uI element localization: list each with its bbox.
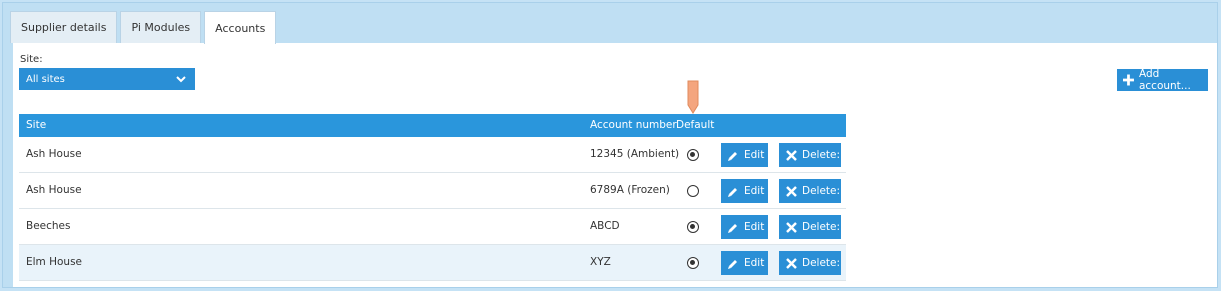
table-row: Beeches ABCD Edit Delete: bbox=[19, 209, 846, 245]
accounts-panel: Site: All sites Add account... Site Acco… bbox=[13, 43, 1217, 287]
pencil-icon bbox=[728, 223, 737, 233]
delete-label: Delete: bbox=[802, 185, 841, 197]
site-select-value: All sites bbox=[26, 73, 65, 85]
cell-account-number: 6789A (Frozen) bbox=[590, 184, 670, 196]
cell-site: Ash House bbox=[26, 184, 82, 196]
default-radio[interactable] bbox=[687, 221, 699, 233]
plus-icon bbox=[1123, 74, 1134, 86]
delete-label: Delete: bbox=[802, 257, 841, 269]
tab-accounts[interactable]: Accounts bbox=[204, 11, 277, 44]
table-header: Site Account number Default bbox=[19, 114, 846, 137]
tab-bar: Supplier details Pi Modules Accounts bbox=[10, 11, 279, 44]
site-filter-label: Site: bbox=[20, 54, 43, 65]
cell-account-number: XYZ bbox=[590, 256, 611, 268]
edit-button[interactable]: Edit bbox=[721, 179, 768, 203]
edit-button[interactable]: Edit bbox=[721, 215, 768, 239]
add-account-label: Add account... bbox=[1138, 68, 1191, 92]
edit-label: Edit bbox=[744, 221, 765, 233]
table-row: Ash House 6789A (Frozen) Edit Delete: bbox=[19, 173, 846, 209]
cell-account-number: 12345 (Ambient) bbox=[590, 148, 680, 160]
add-account-button[interactable]: Add account... bbox=[1117, 68, 1208, 92]
delete-button[interactable]: Delete: bbox=[779, 179, 841, 203]
close-icon bbox=[786, 257, 797, 269]
tab-supplier-details[interactable]: Supplier details bbox=[10, 11, 118, 43]
default-radio[interactable] bbox=[687, 185, 699, 197]
edit-label: Edit bbox=[744, 185, 765, 197]
close-icon bbox=[786, 149, 797, 161]
close-icon bbox=[786, 185, 797, 197]
accounts-table: Site Account number Default Ash House 12… bbox=[19, 114, 846, 281]
delete-label: Delete: bbox=[802, 149, 841, 161]
cell-site: Ash House bbox=[26, 148, 82, 160]
edit-label: Edit bbox=[744, 257, 765, 269]
delete-label: Delete: bbox=[802, 221, 841, 233]
default-radio[interactable] bbox=[687, 257, 699, 269]
delete-button[interactable]: Delete: bbox=[779, 143, 841, 167]
default-radio[interactable] bbox=[687, 149, 699, 161]
pencil-icon bbox=[728, 151, 737, 161]
default-column-marker-icon bbox=[687, 80, 699, 114]
delete-button[interactable]: Delete: bbox=[779, 215, 841, 239]
window-frame: Supplier details Pi Modules Accounts Sit… bbox=[2, 2, 1218, 288]
pencil-icon bbox=[728, 187, 737, 197]
column-header-default[interactable]: Default bbox=[676, 119, 714, 131]
tab-pi-modules[interactable]: Pi Modules bbox=[120, 11, 202, 43]
edit-label: Edit bbox=[744, 149, 765, 161]
column-header-account-number[interactable]: Account number bbox=[590, 119, 677, 131]
pencil-icon bbox=[728, 259, 737, 269]
edit-button[interactable]: Edit bbox=[721, 143, 768, 167]
cell-account-number: ABCD bbox=[590, 220, 620, 232]
site-select[interactable]: All sites bbox=[19, 68, 195, 90]
close-icon bbox=[786, 221, 797, 233]
cell-site: Beeches bbox=[26, 220, 71, 232]
edit-button[interactable]: Edit bbox=[721, 251, 768, 275]
cell-site: Elm House bbox=[26, 256, 83, 268]
column-header-site[interactable]: Site bbox=[26, 119, 46, 131]
delete-button[interactable]: Delete: bbox=[779, 251, 841, 275]
table-row: Ash House 12345 (Ambient) Edit Delete: bbox=[19, 137, 846, 173]
chevron-down-icon bbox=[176, 76, 186, 83]
table-row: Elm House XYZ Edit Delete: bbox=[19, 245, 846, 281]
